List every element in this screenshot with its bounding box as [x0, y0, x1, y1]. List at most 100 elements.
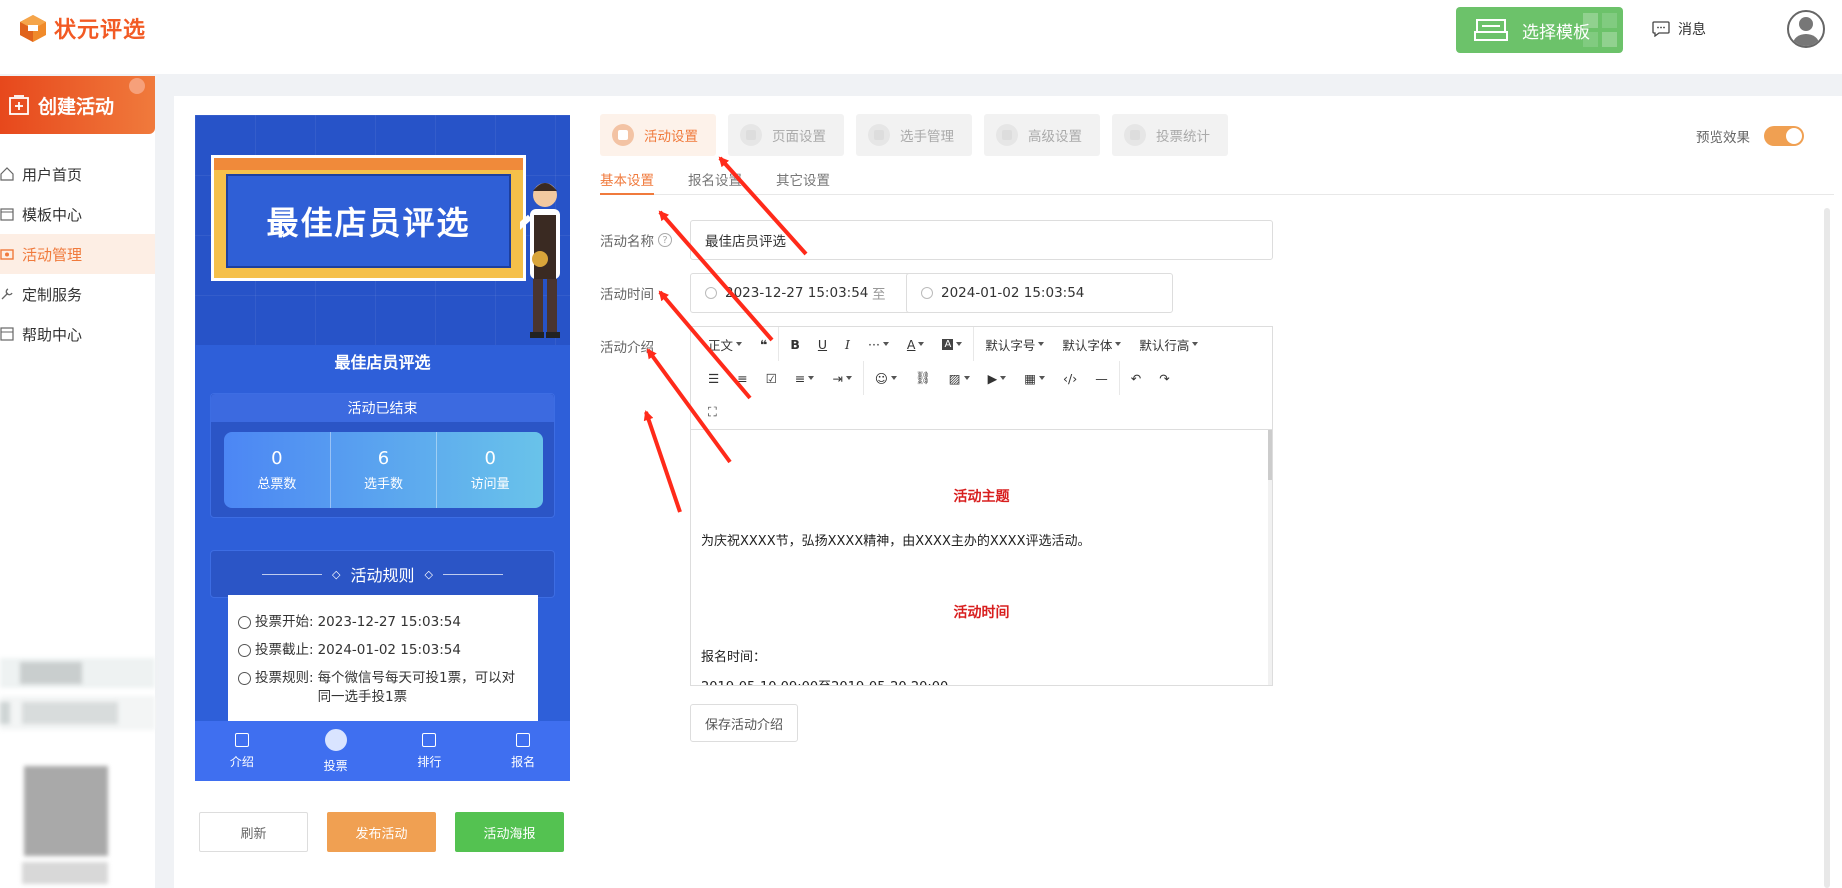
sidebar-item-label: 模板中心 [22, 205, 83, 224]
clock-icon [238, 616, 251, 629]
fullscreen-icon[interactable]: ⛶ [699, 395, 726, 429]
blurred-caption [22, 862, 108, 884]
clock-icon [705, 287, 717, 299]
sidebar-item-help[interactable]: 帮助中心 [0, 314, 155, 354]
tab-label: 排行 [417, 754, 442, 769]
tab-activity-settings[interactable]: 活动设置 [600, 114, 716, 156]
font-size-select[interactable]: 默认字号 [976, 327, 1053, 361]
paragraph-style-select[interactable]: 正文 [699, 327, 751, 361]
bullet-list-icon[interactable]: ☰ [699, 361, 728, 395]
editor-content[interactable]: 活动主题 为庆祝XXXX节，弘扬XXXX精神，由XXXX主办的XXXX评选活动。… [691, 430, 1272, 685]
activity-intro-label: 活动介绍 [600, 336, 654, 356]
todo-icon[interactable]: ☑ [757, 361, 786, 395]
logo[interactable]: 状元评选 [18, 12, 146, 44]
main-card: 最佳店员评选 最佳店员评选 活动已结束 0 总票数 6 选手数 0 访问量 ◇ … [174, 96, 1842, 888]
poster-button[interactable]: 活动海报 [455, 812, 564, 852]
more-icon[interactable]: ··· [859, 327, 898, 361]
stats-icon [1124, 124, 1146, 146]
help-question-icon[interactable]: ? [658, 233, 672, 247]
blurred-qr-code [24, 766, 108, 856]
font-family-select[interactable]: 默认字体 [1053, 327, 1130, 361]
preview-toggle[interactable] [1764, 126, 1804, 146]
settings-icon [612, 124, 634, 146]
end-time-input[interactable]: 2024-01-02 15:03:54 [906, 273, 1173, 313]
undo-icon[interactable]: ↶ [1122, 361, 1150, 395]
sidebar: 创建活动 用户首页 模板中心 活动管理 定制服务 帮助中心 [0, 76, 155, 888]
save-intro-button[interactable]: 保存活动介绍 [690, 704, 798, 742]
activity-icon [0, 249, 14, 260]
stat-label: 选手数 [364, 477, 404, 492]
line-height-select[interactable]: 默认行高 [1130, 327, 1207, 361]
sidebar-item-custom-service[interactable]: 定制服务 [0, 274, 155, 314]
page-icon [740, 124, 762, 146]
rule-label: 投票规则: [255, 670, 314, 686]
table-icon[interactable]: ▦ [1015, 361, 1054, 395]
template-deco-icon [1583, 13, 1617, 47]
indent-icon[interactable]: ⇥ [823, 361, 860, 395]
quote-icon[interactable]: ❝ [751, 327, 776, 361]
video-icon[interactable]: ▶ [979, 361, 1016, 395]
redo-icon[interactable]: ↷ [1150, 361, 1178, 395]
tab-advanced-settings[interactable]: 高级设置 [984, 114, 1100, 156]
preview-toggle-row: 预览效果 [1696, 126, 1804, 146]
divider-icon[interactable]: — [1086, 361, 1117, 395]
rules-title: 活动规则 [350, 566, 415, 585]
choose-template-button[interactable]: 选择模板 [1456, 7, 1623, 53]
sidebar-item-templates[interactable]: 模板中心 [0, 194, 155, 234]
activity-name-input[interactable]: 最佳店员评选 [690, 220, 1273, 260]
select-value: 默认行高 [1139, 337, 1190, 353]
page-scrollbar[interactable] [1824, 208, 1830, 888]
user-avatar[interactable] [1787, 10, 1825, 48]
home-icon [0, 167, 14, 181]
phone-preview: 最佳店员评选 最佳店员评选 活动已结束 0 总票数 6 选手数 0 访问量 ◇ … [195, 115, 570, 781]
users-icon [868, 124, 890, 146]
stat-label: 访问量 [470, 477, 510, 492]
italic-icon[interactable]: I [836, 327, 859, 361]
toolbar-row: ⛶ [699, 395, 1264, 429]
add-document-icon [9, 95, 29, 115]
tab-signup[interactable]: 报名 [476, 721, 570, 781]
subtab-basic[interactable]: 基本设置 [600, 162, 654, 195]
tab-candidate-management[interactable]: 选手管理 [856, 114, 972, 156]
preview-label: 预览效果 [1696, 130, 1750, 146]
subtab-other[interactable]: 其它设置 [776, 162, 830, 195]
stat-visits: 0 访问量 [437, 432, 543, 508]
document-icon [234, 732, 249, 747]
vote-icon [324, 728, 347, 751]
refresh-button[interactable]: 刷新 [199, 812, 308, 852]
numbered-list-icon[interactable]: ≡ [728, 361, 756, 395]
sidebar-item-label: 用户首页 [22, 165, 83, 184]
underline-icon[interactable]: U [809, 327, 836, 361]
bold-icon[interactable]: B [781, 327, 809, 361]
image-icon[interactable]: ▨ [940, 361, 979, 395]
background-color-icon[interactable]: A [933, 327, 971, 361]
help-icon [0, 327, 14, 341]
publish-button[interactable]: 发布活动 [327, 812, 436, 852]
sidebar-item-home[interactable]: 用户首页 [0, 154, 155, 194]
editor-scrollbar[interactable] [1268, 430, 1272, 685]
rule-label: 投票开始: [255, 614, 314, 630]
subtab-signup[interactable]: 报名设置 [688, 162, 742, 195]
create-activity-button[interactable]: 创建活动 [0, 76, 155, 134]
emoji-icon[interactable]: ☺ [866, 361, 906, 395]
activity-time-label: 活动时间 [600, 283, 654, 303]
input-value: 最佳店员评选 [705, 234, 786, 250]
tab-intro[interactable]: 介绍 [195, 721, 289, 781]
rule-value: 2023-12-27 15:03:54 [317, 614, 461, 630]
align-icon[interactable]: ≡ [786, 361, 823, 395]
font-color-icon[interactable]: A [898, 327, 934, 361]
messages-link[interactable]: 消息 [1652, 19, 1706, 39]
link-icon[interactable]: ⛓ [906, 361, 940, 395]
tab-label: 投票 [323, 758, 348, 773]
tab-vote-statistics[interactable]: 投票统计 [1112, 114, 1228, 156]
tab-ranking[interactable]: 排行 [383, 721, 477, 781]
label-text: 活动时间 [600, 287, 654, 303]
code-icon[interactable]: ‹/› [1054, 361, 1086, 395]
rule-value: 2024-01-02 15:03:54 [317, 642, 461, 658]
tab-page-settings[interactable]: 页面设置 [728, 114, 844, 156]
sidebar-item-activities[interactable]: 活动管理 [0, 234, 155, 274]
sidebar-item-label: 帮助中心 [22, 325, 83, 344]
banner-board: 最佳店员评选 [211, 155, 526, 281]
tab-vote[interactable]: 投票 [289, 721, 383, 781]
gear-icon [996, 124, 1018, 146]
